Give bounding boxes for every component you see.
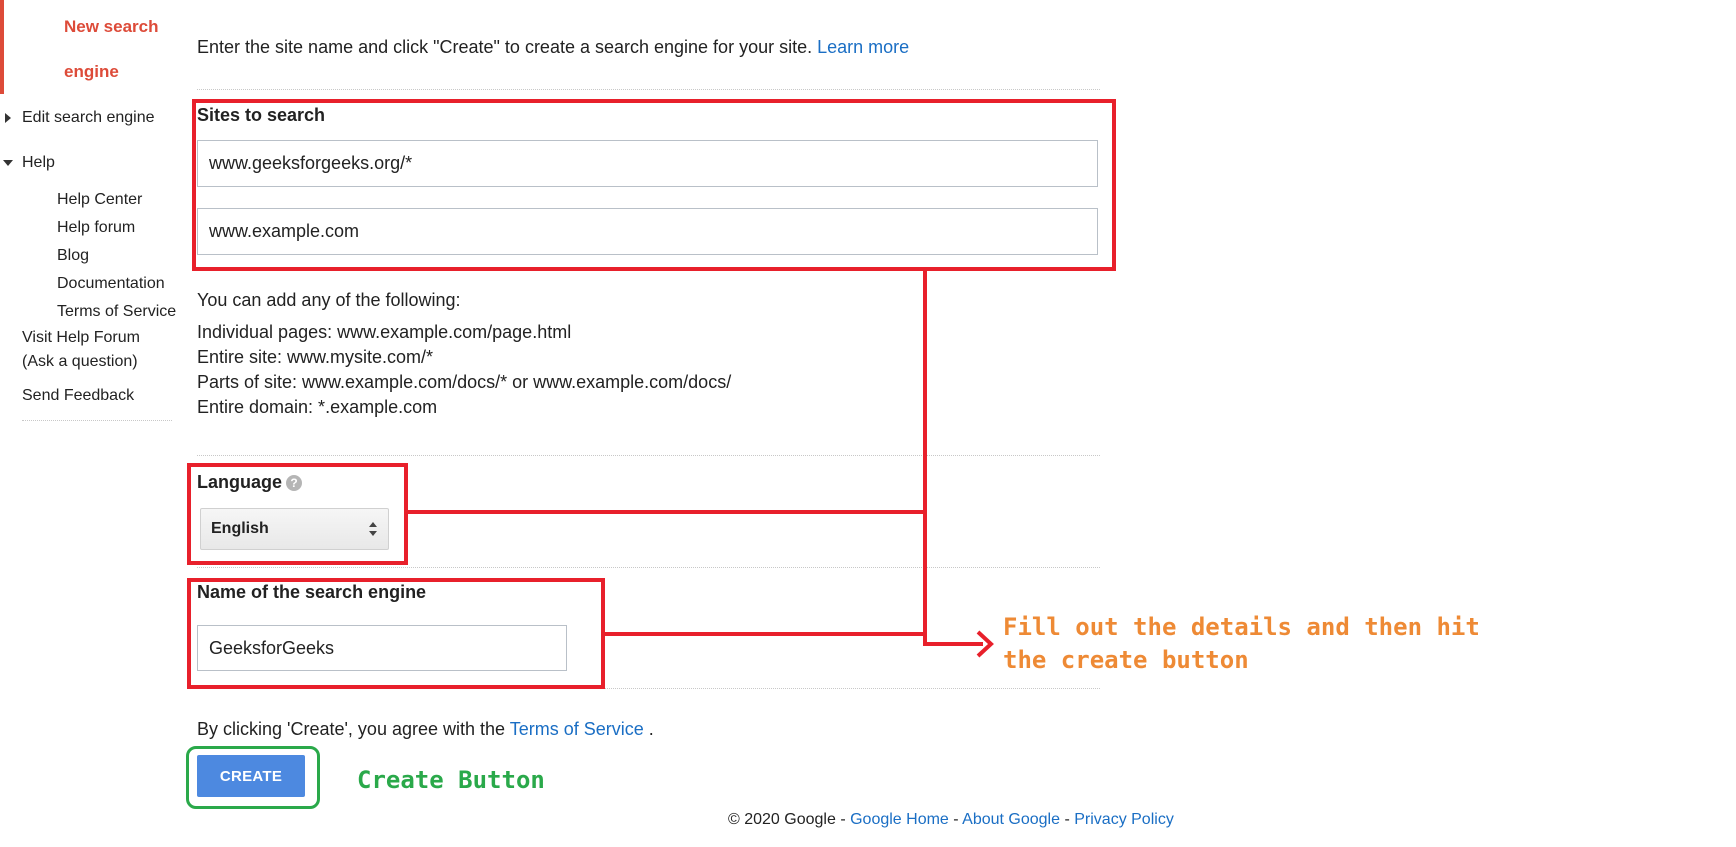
intro-text-row: Enter the site name and click "Create" t… — [197, 37, 909, 58]
section-divider — [197, 567, 1100, 568]
terms-prefix: By clicking 'Create', you agree with the — [197, 719, 506, 739]
footer-about-google-link[interactable]: About Google — [962, 811, 1060, 828]
sidebar-link-visit-help-forum[interactable]: Visit Help Forum — [22, 329, 140, 347]
chevron-right-icon[interactable] — [5, 113, 11, 123]
sidebar-item-edit-search-engine[interactable]: Edit search engine — [22, 109, 155, 127]
sidebar-divider — [22, 420, 172, 421]
arrow-right-icon — [976, 630, 994, 658]
callout-line-2: the create button — [1003, 646, 1249, 674]
section-divider — [197, 89, 1100, 90]
footer-google-home-link[interactable]: Google Home — [850, 811, 949, 828]
learn-more-link[interactable]: Learn more — [817, 37, 909, 57]
connector-line-name — [605, 632, 927, 636]
terms-text-row: By clicking 'Create', you agree with the… — [197, 719, 654, 740]
terms-suffix: . — [648, 719, 654, 739]
sidebar-link-documentation[interactable]: Documentation — [57, 275, 165, 293]
footer-separator: - — [1060, 811, 1075, 828]
terms-of-service-link[interactable]: Terms of Service — [510, 719, 644, 739]
connector-line-arrow — [923, 642, 983, 646]
callout-line-1: Fill out the details and then hit — [1003, 613, 1480, 641]
create-button-callout: Create Button — [357, 766, 545, 794]
connector-line-language — [408, 510, 927, 514]
language-annotation-box — [187, 463, 408, 565]
sidebar-link-terms-of-service[interactable]: Terms of Service — [57, 303, 176, 321]
name-annotation-box — [187, 578, 605, 689]
add-hint-text: You can add any of the following: — [197, 290, 461, 310]
sidebar-item-help[interactable]: Help — [22, 154, 55, 172]
footer-privacy-policy-link[interactable]: Privacy Policy — [1074, 811, 1174, 828]
example-entire-site: Entire site: www.mysite.com/* — [197, 347, 434, 367]
sidebar-link-send-feedback[interactable]: Send Feedback — [22, 387, 134, 405]
sidebar-link-help-center[interactable]: Help Center — [57, 191, 142, 209]
example-parts-of-site: Parts of site: www.example.com/docs/* or… — [197, 372, 732, 392]
example-individual-pages: Individual pages: www.example.com/page.h… — [197, 322, 572, 342]
sidebar-link-help-forum[interactable]: Help forum — [57, 219, 135, 237]
chevron-down-icon[interactable] — [3, 160, 13, 166]
create-annotation-box — [186, 746, 320, 809]
footer-separator: - — [835, 811, 851, 828]
footer: © 2020 Google - Google Home - About Goog… — [728, 811, 1174, 829]
sidebar-link-ask-question[interactable]: (Ask a question) — [22, 353, 138, 371]
connector-line-vertical — [923, 270, 927, 646]
example-entire-domain: Entire domain: *.example.com — [197, 397, 438, 417]
intro-text: Enter the site name and click "Create" t… — [197, 37, 813, 57]
sidebar-item-new-search-engine[interactable]: New search — [64, 17, 159, 37]
footer-copyright: © 2020 Google — [728, 811, 836, 828]
footer-separator: - — [948, 811, 963, 828]
section-divider — [197, 455, 1100, 456]
sidebar-item-new-search-engine-cont[interactable]: engine — [64, 62, 119, 82]
sites-annotation-box — [192, 99, 1116, 271]
sidebar-link-blog[interactable]: Blog — [57, 247, 89, 265]
active-nav-indicator — [0, 0, 4, 94]
